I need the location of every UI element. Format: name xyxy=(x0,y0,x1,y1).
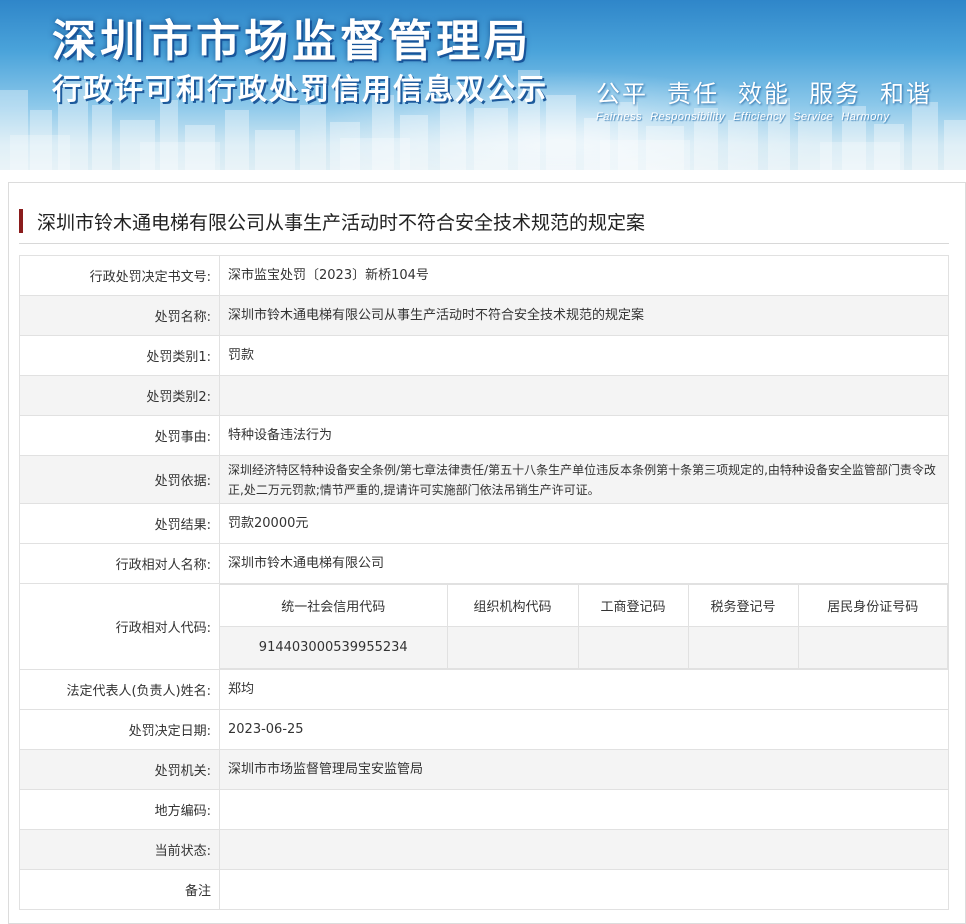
table-row: 处罚名称: 深圳市铃木通电梯有限公司从事生产活动时不符合安全技术规范的规定案 xyxy=(19,295,949,336)
table-row: 处罚决定日期: 2023-06-25 xyxy=(19,709,949,750)
status-value xyxy=(219,829,949,870)
field-label: 地方编码: xyxy=(19,789,220,830)
field-label: 处罚机关: xyxy=(19,749,220,790)
table-row: 处罚类别2: xyxy=(19,375,949,416)
field-label: 行政相对人代码: xyxy=(19,583,220,670)
motto-word-en: Service xyxy=(793,111,834,123)
table-row: 处罚类别1: 罚款 xyxy=(19,335,949,376)
code-header: 工商登记码 xyxy=(577,584,689,627)
code-header: 居民身份证号码 xyxy=(797,584,948,627)
motto-word-en: Harmony xyxy=(841,111,890,123)
table-row: 行政处罚决定书文号: 深市监宝处罚〔2023〕新桥104号 xyxy=(19,255,949,296)
field-label: 处罚名称: xyxy=(19,295,220,336)
motto-word-en: Responsibility xyxy=(650,111,726,123)
case-detail-panel: 深圳市铃木通电梯有限公司从事生产活动时不符合安全技术规范的规定案 行政处罚决定书… xyxy=(8,182,966,924)
field-label: 处罚决定日期: xyxy=(19,709,220,750)
party-code-cell: 统一社会信用代码 组织机构代码 工商登记码 税务登记号 居民身份证号码 9144… xyxy=(219,583,949,670)
table-row: 处罚机关: 深圳市市场监督管理局宝安监管局 xyxy=(19,749,949,790)
field-label: 行政相对人名称: xyxy=(19,543,220,584)
banner-subtitle: 行政许可和行政处罚信用信息双公示 xyxy=(52,72,549,106)
table-row: 当前状态: xyxy=(19,829,949,870)
code-header-row: 统一社会信用代码 组织机构代码 工商登记码 税务登记号 居民身份证号码 xyxy=(220,584,948,627)
table-row: 处罚依据: 深圳经济特区特种设备安全条例/第七章法律责任/第五十八条生产单位违反… xyxy=(19,455,949,504)
field-label: 处罚依据: xyxy=(19,455,220,504)
case-title: 深圳市铃木通电梯有限公司从事生产活动时不符合安全技术规范的规定案 xyxy=(37,212,646,234)
authority-value: 深圳市市场监督管理局宝安监管局 xyxy=(219,749,949,790)
motto-chinese: 公平 责任 效能 服务 和谐 xyxy=(596,74,936,109)
table-row: 行政相对人名称: 深圳市铃木通电梯有限公司 xyxy=(19,543,949,584)
field-label: 处罚类别2: xyxy=(19,375,220,416)
motto-word: 公平 xyxy=(596,80,648,108)
category1-value: 罚款 xyxy=(219,335,949,376)
table-row: 行政相对人代码: 统一社会信用代码 组织机构代码 工商登记码 税务登记号 居民身… xyxy=(19,583,949,670)
basis-value: 深圳经济特区特种设备安全条例/第七章法律责任/第五十八条生产单位违反本条例第十条… xyxy=(219,455,949,504)
field-label: 备注 xyxy=(19,869,220,910)
tax-reg-value xyxy=(687,626,799,669)
motto-word: 效能 xyxy=(738,80,790,108)
table-row: 地方编码: xyxy=(19,789,949,830)
category2-value xyxy=(219,375,949,416)
region-code-value xyxy=(219,789,949,830)
motto-word-en: Efficiency xyxy=(733,111,786,123)
table-row: 备注 xyxy=(19,869,949,910)
party-code-table: 统一社会信用代码 组织机构代码 工商登记码 税务登记号 居民身份证号码 9144… xyxy=(220,584,948,669)
code-header: 统一社会信用代码 xyxy=(220,584,448,627)
field-label: 处罚结果: xyxy=(19,503,220,544)
table-row: 法定代表人(负责人)姓名: 郑均 xyxy=(19,669,949,710)
party-name-value: 深圳市铃木通电梯有限公司 xyxy=(219,543,949,584)
code-header: 组织机构代码 xyxy=(446,584,579,627)
field-label: 当前状态: xyxy=(19,829,220,870)
decision-date-value: 2023-06-25 xyxy=(219,709,949,750)
site-banner: 深圳市市场监督管理局 行政许可和行政处罚信用信息双公示 公平 责任 效能 服务 … xyxy=(0,0,966,170)
code-header: 税务登记号 xyxy=(687,584,799,627)
org-code-value xyxy=(446,626,579,669)
field-label: 处罚类别1: xyxy=(19,335,220,376)
penalty-detail-table: 行政处罚决定书文号: 深市监宝处罚〔2023〕新桥104号 处罚名称: 深圳市铃… xyxy=(19,255,949,910)
table-row: 处罚结果: 罚款20000元 xyxy=(19,503,949,544)
field-label: 行政处罚决定书文号: xyxy=(19,255,220,296)
credit-code-value: 914403000539955234 xyxy=(220,626,448,669)
business-reg-value xyxy=(577,626,689,669)
cause-value: 特种设备违法行为 xyxy=(219,415,949,456)
table-row: 处罚事由: 特种设备违法行为 xyxy=(19,415,949,456)
remark-value xyxy=(219,869,949,910)
field-label: 法定代表人(负责人)姓名: xyxy=(19,669,220,710)
motto-word: 和谐 xyxy=(880,80,932,108)
code-value-row: 914403000539955234 xyxy=(220,626,948,669)
field-label: 处罚事由: xyxy=(19,415,220,456)
motto-english: Fairness Responsibility Efficiency Servi… xyxy=(596,111,936,123)
case-header: 深圳市铃木通电梯有限公司从事生产活动时不符合安全技术规范的规定案 xyxy=(19,183,949,244)
result-value: 罚款20000元 xyxy=(219,503,949,544)
penalty-name-value: 深圳市铃木通电梯有限公司从事生产活动时不符合安全技术规范的规定案 xyxy=(219,295,949,336)
motto-word: 服务 xyxy=(809,80,861,108)
banner-title: 深圳市市场监督管理局 xyxy=(52,16,532,67)
legal-rep-value: 郑均 xyxy=(219,669,949,710)
id-number-value xyxy=(797,626,948,669)
motto-word-en: Fairness xyxy=(596,111,643,123)
title-accent-bar xyxy=(19,209,23,233)
banner-motto: 公平 责任 效能 服务 和谐 Fairness Responsibility E… xyxy=(596,74,936,123)
motto-word: 责任 xyxy=(667,80,719,108)
decision-number-value: 深市监宝处罚〔2023〕新桥104号 xyxy=(219,255,949,296)
